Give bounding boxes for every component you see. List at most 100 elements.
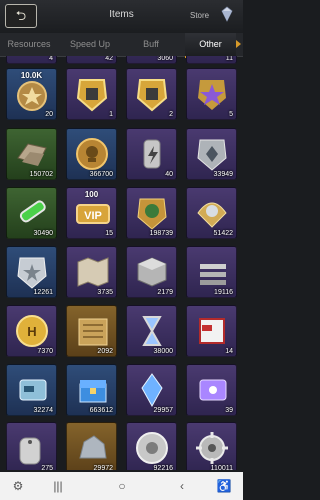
gold-h-coin-icon: H (16, 315, 48, 347)
item-slot[interactable]: 29957 (126, 364, 177, 416)
green-vial-icon (19, 200, 46, 223)
home-icon[interactable]: ○ (112, 478, 132, 494)
item-slot[interactable]: H 7370 (6, 305, 57, 357)
item-quantity: 150702 (29, 171, 53, 178)
item-slot[interactable]: 29972 (66, 422, 117, 470)
gold-shield-badge-icon (76, 79, 108, 112)
system-navbar: ⚙ ||| ○ ‹ ♿ (0, 472, 243, 500)
item-slot[interactable]: 150702 (6, 128, 57, 180)
blue-chest-icon (79, 380, 107, 403)
item-quantity: 2092 (97, 348, 113, 355)
tab-buff[interactable]: Buff (122, 33, 180, 56)
item-slot[interactable]: 12261 (6, 246, 57, 298)
item-slot[interactable]: 42 (66, 56, 117, 64)
item-quantity: 110011 (210, 465, 233, 470)
item-slot[interactable]: VIP 100 15 (66, 187, 117, 239)
item-quantity: 1 (109, 111, 113, 118)
item-quantity: 51422 (213, 230, 233, 237)
gear-icon (196, 432, 228, 464)
tab-speed-up[interactable]: Speed Up (58, 33, 122, 56)
tab-bar: Resources Speed Up Buff Other (0, 33, 243, 58)
blueprint-scroll-icon (78, 318, 108, 346)
item-slot[interactable]: 2179 (126, 246, 177, 298)
app-switcher-icon[interactable]: ⚙ (8, 478, 28, 494)
energy-canister-icon (143, 139, 161, 169)
svg-text:H: H (27, 324, 36, 339)
item-slot[interactable]: 33949 (186, 128, 237, 180)
item-grid: 4 42 3060 11 10.0K 20 1 2 5 150702 366700 40 33949 30… (0, 56, 243, 470)
accessibility-icon[interactable]: ♿ (214, 478, 234, 494)
item-quantity: 5 (229, 111, 233, 118)
item-quantity: 15 (105, 230, 113, 237)
item-quantity: 11 (225, 56, 233, 62)
item-label: 10.0K (20, 71, 43, 80)
purple-star-badge-icon (198, 80, 226, 110)
item-slot[interactable]: 198739 (126, 187, 177, 239)
item-quantity: 4 (49, 56, 53, 62)
item-slot[interactable]: 3735 (66, 246, 117, 298)
ore-rock-icon (79, 435, 107, 459)
item-slot[interactable]: 3060 (126, 56, 177, 64)
item-quantity: 2179 (157, 289, 173, 296)
metal-cube-icon (137, 257, 167, 287)
item-quantity: 42 (105, 56, 113, 62)
laurel-medal-icon (137, 198, 167, 230)
item-slot[interactable]: 51422 (186, 187, 237, 239)
item-slot[interactable]: 4 (6, 56, 57, 64)
item-slot[interactable]: 5 (186, 68, 237, 120)
rank-insignia-icon (197, 202, 227, 228)
item-slot[interactable]: 30490 (6, 187, 57, 239)
item-quantity: 3735 (97, 289, 113, 296)
item-quantity: 198739 (149, 230, 173, 237)
item-quantity: 92216 (153, 465, 173, 470)
item-slot[interactable]: 39 (186, 364, 237, 416)
item-quantity: 2 (169, 111, 173, 118)
item-quantity: 275 (41, 465, 53, 470)
item-slot[interactable]: 11 (186, 56, 237, 64)
back-icon[interactable]: ‹ (172, 478, 192, 494)
item-slot[interactable]: 2 (126, 68, 177, 120)
item-quantity: 19116 (214, 289, 233, 296)
item-quantity: 33949 (213, 171, 233, 178)
violet-card-icon (199, 379, 227, 401)
item-quantity: 7370 (37, 348, 53, 355)
item-label: 100 (84, 190, 99, 199)
item-slot[interactable]: 663612 (66, 364, 117, 416)
hourglass-icon (142, 316, 162, 346)
item-slot[interactable]: 10.0K 20 (6, 68, 57, 120)
gem-icon[interactable] (219, 6, 235, 22)
item-quantity: 30490 (33, 230, 53, 237)
steel-coin-icon (136, 432, 168, 464)
item-quantity: 40 (165, 171, 173, 178)
skull-coin-icon (76, 138, 108, 170)
item-slot[interactable]: 38000 (126, 305, 177, 357)
item-slot[interactable]: 14 (186, 305, 237, 357)
store-button[interactable]: Store (190, 11, 209, 20)
item-slot[interactable]: 92216 (126, 422, 177, 470)
tab-other[interactable]: Other (185, 33, 236, 58)
item-slot[interactable]: 366700 (66, 128, 117, 180)
item-quantity: 3060 (157, 56, 173, 62)
item-quantity: 32274 (33, 407, 53, 414)
tab-arrow-icon (236, 40, 241, 48)
item-slot[interactable]: 1 (66, 68, 117, 120)
folded-map-icon (77, 257, 109, 287)
item-quantity: 12261 (33, 289, 53, 296)
item-slot[interactable]: 19116 (186, 246, 237, 298)
item-slot[interactable]: 40 (126, 128, 177, 180)
steel-beams-icon (200, 264, 226, 285)
metal-ingot-icon (17, 143, 47, 166)
tab-resources[interactable]: Resources (0, 33, 58, 56)
svg-text:VIP: VIP (84, 210, 102, 222)
item-quantity: 20 (45, 111, 53, 118)
dog-tag-icon (19, 437, 41, 465)
supply-card-icon (19, 379, 47, 401)
item-slot[interactable]: 275 (6, 422, 57, 470)
item-slot[interactable]: 32274 (6, 364, 57, 416)
item-quantity: 38000 (153, 348, 173, 355)
recent-apps-icon[interactable]: ||| (48, 478, 68, 494)
blue-crystal-icon (141, 373, 163, 408)
red-document-icon (199, 318, 225, 344)
item-slot[interactable]: 110011 (186, 422, 237, 470)
item-slot[interactable]: 2092 (66, 305, 117, 357)
